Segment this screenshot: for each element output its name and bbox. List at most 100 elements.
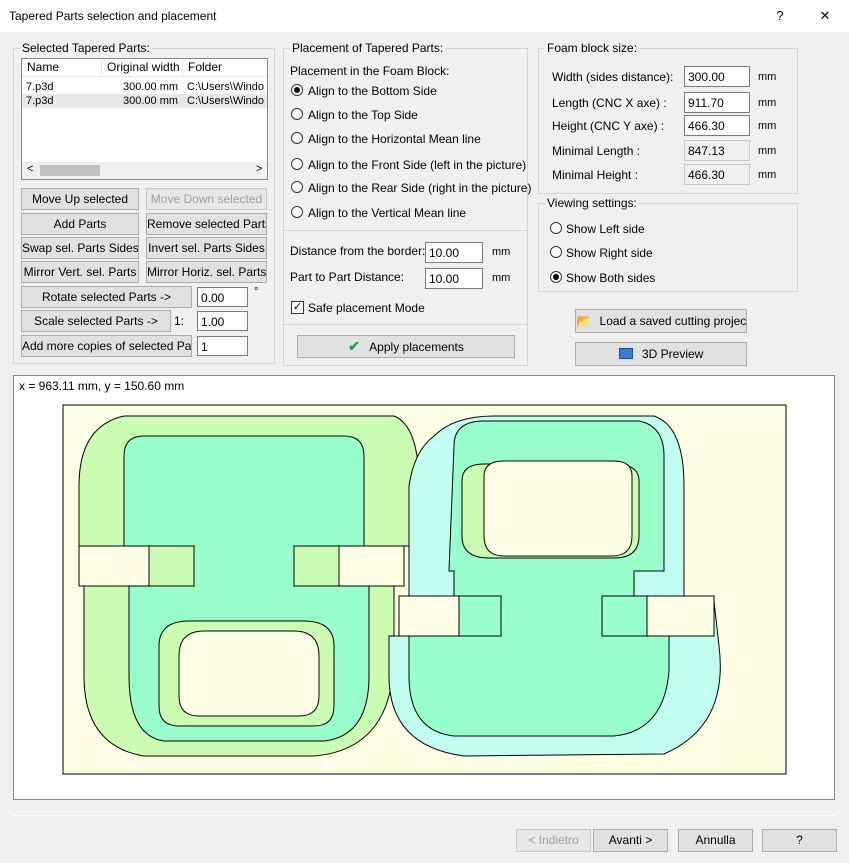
align-vertical-mean-label[interactable]: Align to the Vertical Mean line bbox=[308, 206, 466, 220]
radio-show-left[interactable] bbox=[550, 222, 562, 234]
show-left-label[interactable]: Show Left side bbox=[566, 222, 645, 236]
align-rear-label[interactable]: Align to the Rear Side (right in the pic… bbox=[308, 181, 531, 195]
remove-parts-button[interactable]: Remove selected Parts bbox=[146, 213, 267, 235]
radio-align-top[interactable] bbox=[291, 108, 303, 120]
show-right-label[interactable]: Show Right side bbox=[566, 246, 653, 260]
placement-canvas[interactable]: x = 963.11 mm, y = 150.60 mm bbox=[13, 375, 835, 800]
height-input[interactable]: 466.30 bbox=[684, 115, 750, 136]
column-header-name[interactable]: Name bbox=[22, 59, 102, 77]
rotate-angle-input[interactable]: 0.00 bbox=[197, 287, 248, 307]
folder-open-icon: 📂 bbox=[576, 313, 593, 328]
left-window bbox=[178, 630, 320, 717]
show-both-label[interactable]: Show Both sides bbox=[566, 271, 655, 285]
close-icon[interactable]: ✕ bbox=[805, 0, 845, 32]
selected-parts-label: Selected Tapered Parts: bbox=[20, 41, 152, 55]
radio-align-vertical-mean[interactable] bbox=[291, 206, 303, 218]
cell-width: 300.00 mm bbox=[123, 95, 179, 107]
right-slot-inner bbox=[601, 595, 648, 637]
cell-width: 300.00 mm bbox=[123, 81, 179, 93]
minimal-height-value: 466.30 bbox=[684, 164, 750, 185]
scroll-left-icon[interactable]: < bbox=[27, 163, 33, 175]
length-unit: mm bbox=[758, 97, 777, 109]
cell-name: 7.p3d bbox=[26, 95, 54, 107]
radio-align-front[interactable] bbox=[291, 158, 303, 170]
parts-list[interactable]: Name Original width Folder 7.p3d 300.00 … bbox=[21, 58, 268, 180]
placement-subtitle: Placement in the Foam Block: bbox=[290, 64, 450, 78]
viewing-settings-label: Viewing settings: bbox=[545, 196, 639, 210]
scale-input[interactable]: 1.00 bbox=[197, 311, 248, 331]
list-item[interactable]: 7.p3d 300.00 mm C:\Users\Windo bbox=[22, 80, 267, 94]
width-unit: mm bbox=[758, 71, 777, 83]
safe-mode-label[interactable]: Safe placement Mode bbox=[308, 301, 425, 315]
load-project-button[interactable]: 📂 Load a saved cutting project bbox=[575, 309, 747, 333]
degree-unit-label: ° bbox=[254, 286, 259, 298]
part-distance-label: Part to Part Distance: bbox=[290, 270, 405, 284]
width-input[interactable]: 300.00 bbox=[684, 66, 750, 87]
radio-align-horizontal-mean[interactable] bbox=[291, 132, 303, 144]
back-button[interactable]: < Indietro bbox=[516, 829, 591, 852]
help-button[interactable]: ? bbox=[762, 829, 837, 852]
part-distance-unit: mm bbox=[492, 272, 511, 284]
border-distance-unit: mm bbox=[492, 246, 511, 258]
cell-folder: C:\Users\Windo bbox=[187, 81, 265, 93]
preview-3d-button[interactable]: 3D Preview bbox=[575, 342, 747, 366]
cell-folder: C:\Users\Windo bbox=[187, 95, 265, 107]
rotate-button[interactable]: Rotate selected Parts -> bbox=[21, 286, 192, 308]
swap-sides-button[interactable]: Swap sel. Parts Sides bbox=[21, 237, 139, 259]
help-title-button[interactable]: ? bbox=[760, 0, 800, 32]
apply-placements-button[interactable]: ✔ Apply placements bbox=[297, 335, 515, 358]
scale-ratio-label: 1: bbox=[174, 314, 185, 328]
apply-placements-label: Apply placements bbox=[369, 340, 464, 354]
move-up-button[interactable]: Move Up selected bbox=[21, 188, 139, 210]
safe-mode-checkbox[interactable]: ✓ bbox=[291, 301, 304, 314]
checkmark-icon: ✔ bbox=[348, 338, 360, 354]
part-distance-input[interactable]: 10.00 bbox=[425, 268, 483, 289]
height-label: Height (CNC Y axe) : bbox=[552, 119, 665, 133]
list-item[interactable]: 7.p3d 300.00 mm C:\Users\Windo bbox=[22, 94, 267, 108]
scrollbar-thumb[interactable] bbox=[40, 165, 100, 176]
invert-sides-button[interactable]: Invert sel. Parts Sides bbox=[146, 237, 267, 259]
next-button[interactable]: Avanti > bbox=[593, 829, 668, 852]
preview-3d-label: 3D Preview bbox=[641, 347, 704, 361]
length-input[interactable]: 911.70 bbox=[684, 92, 750, 113]
minimal-height-unit: mm bbox=[758, 169, 777, 181]
placement-group-label: Placement of Tapered Parts: bbox=[290, 41, 446, 55]
length-label: Length (CNC X axe) : bbox=[552, 96, 667, 110]
scale-button[interactable]: Scale selected Parts -> bbox=[21, 310, 171, 332]
copies-input[interactable]: 1 bbox=[197, 336, 248, 356]
foam-block-label: Foam block size: bbox=[545, 41, 640, 55]
right-window bbox=[483, 460, 633, 557]
move-down-button[interactable]: Move Down selected bbox=[146, 188, 267, 210]
monitor-icon bbox=[618, 348, 633, 359]
minimal-length-label: Minimal Length : bbox=[552, 144, 641, 158]
cancel-button[interactable]: Annulla bbox=[678, 829, 753, 852]
mirror-horizontal-button[interactable]: Mirror Horiz. sel. Parts bbox=[146, 261, 267, 283]
height-unit: mm bbox=[758, 120, 777, 132]
minimal-height-label: Minimal Height : bbox=[552, 168, 639, 182]
radio-show-right[interactable] bbox=[550, 246, 562, 258]
left-slot bbox=[78, 545, 150, 587]
left-slot-inner bbox=[148, 545, 195, 587]
align-horizontal-mean-label[interactable]: Align to the Horizontal Mean line bbox=[308, 132, 481, 146]
border-distance-input[interactable]: 10.00 bbox=[425, 242, 483, 263]
align-front-label[interactable]: Align to the Front Side (left in the pic… bbox=[308, 158, 526, 172]
scroll-right-icon[interactable]: > bbox=[256, 163, 262, 175]
radio-align-bottom[interactable] bbox=[291, 84, 303, 96]
placement-drawing bbox=[62, 404, 787, 775]
radio-show-both[interactable] bbox=[550, 271, 562, 283]
divider bbox=[283, 324, 528, 325]
align-top-label[interactable]: Align to the Top Side bbox=[308, 108, 418, 122]
align-bottom-label[interactable]: Align to the Bottom Side bbox=[308, 84, 437, 98]
column-header-width[interactable]: Original width bbox=[102, 59, 183, 77]
mirror-vertical-button[interactable]: Mirror Vert. sel. Parts bbox=[21, 261, 139, 283]
divider bbox=[283, 230, 528, 231]
radio-align-rear[interactable] bbox=[291, 181, 303, 193]
add-parts-button[interactable]: Add Parts bbox=[21, 213, 139, 235]
minimal-length-unit: mm bbox=[758, 145, 777, 157]
window-title: Tapered Parts selection and placement bbox=[9, 9, 217, 23]
border-distance-label: Distance from the border: bbox=[290, 244, 426, 258]
horizontal-scrollbar[interactable]: < > bbox=[22, 162, 267, 179]
width-label: Width (sides distance): bbox=[552, 70, 674, 84]
add-copies-button[interactable]: Add more copies of selected Parts: bbox=[21, 335, 192, 357]
column-header-folder[interactable]: Folder bbox=[183, 59, 267, 77]
